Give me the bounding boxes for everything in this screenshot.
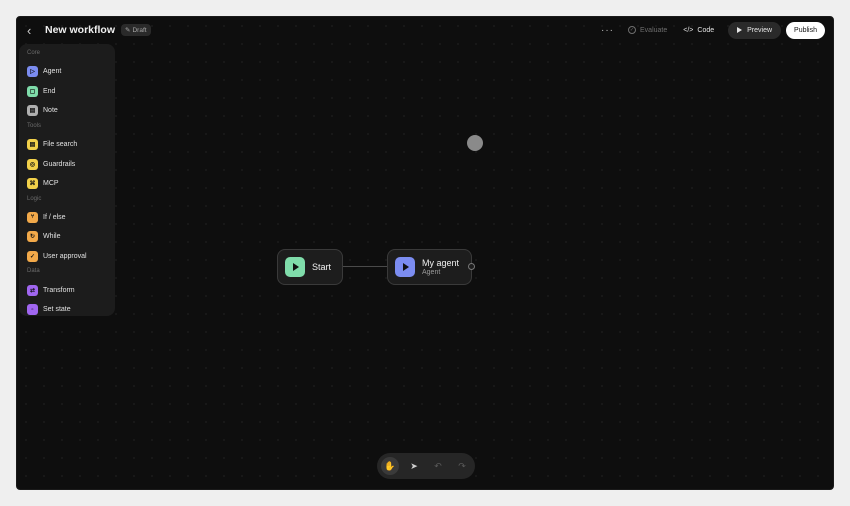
section-title-data: Data (27, 268, 40, 275)
agent-icon (395, 257, 415, 277)
workflow-app: ‹ New workflow ✎ Draft ··· ✓ Evaluate </… (16, 16, 834, 490)
code-label: Code (697, 26, 715, 34)
section-title-logic: Logic (27, 195, 42, 202)
guardrails-icon: ◎ (27, 158, 38, 170)
section-title-core: Core (27, 50, 41, 56)
palette-item-label: Note (43, 107, 58, 115)
palette-item-label: Set state (43, 306, 71, 314)
section-title-tools: Tools (27, 122, 42, 129)
set-state-icon: ▫ (27, 304, 38, 316)
palette-item-label: MCP (43, 180, 59, 188)
node-palette: Core ▷ Agent ▢ End ▤ Note Tools ▤ File search ◎ Gua… (19, 44, 115, 316)
palette-item-label: While (43, 233, 61, 241)
palette-item-note[interactable]: ▤ Note (25, 101, 109, 121)
end-icon: ▢ (27, 85, 38, 97)
start-node[interactable]: Start (277, 249, 343, 285)
check-circle-icon: ✓ (628, 26, 637, 34)
agent-node-title: My agent (422, 258, 460, 268)
output-handle[interactable] (468, 263, 475, 270)
play-icon (737, 27, 743, 33)
palette-item-set-state[interactable]: ▫ Set state (25, 300, 109, 320)
palette-item-if-else[interactable]: ⑂ If / else (25, 208, 109, 228)
user-approval-icon: ✓ (27, 251, 38, 263)
top-bar: ‹ New workflow ✎ Draft ··· ✓ Evaluate </… (17, 17, 833, 43)
palette-item-while[interactable]: ↻ While (25, 227, 109, 247)
while-icon: ↻ (27, 231, 38, 243)
file-search-icon: ▤ (27, 139, 38, 151)
agent-node-subtitle: Agent (422, 269, 441, 276)
pan-tool-button[interactable]: ✋ (381, 457, 399, 475)
code-button[interactable]: </> Code (683, 27, 714, 34)
palette-item-agent[interactable]: ▷ Agent (25, 62, 109, 82)
mcp-icon: ⌘ (27, 178, 38, 190)
code-icon: </> (683, 26, 694, 34)
palette-item-file-search[interactable]: ▤ File search (25, 135, 109, 155)
palette-item-user-approval[interactable]: ✓ User approval (25, 247, 109, 267)
redo-button[interactable]: ↷ (453, 457, 471, 475)
palette-item-guardrails[interactable]: ◎ Guardrails (25, 154, 109, 174)
if-else-icon: ⑂ (27, 211, 38, 223)
evaluate-button[interactable]: ✓ Evaluate (628, 26, 667, 34)
undo-button[interactable]: ↶ (429, 457, 447, 475)
start-node-title: Start (312, 262, 332, 272)
cursor-indicator (467, 135, 483, 151)
agent-icon: ▷ (27, 66, 38, 78)
preview-label: Preview (747, 26, 773, 34)
canvas-toolbar: ✋ ➤ ↶ ↷ (377, 453, 475, 479)
palette-item-mcp[interactable]: ⌘ MCP (25, 174, 109, 194)
play-icon (285, 257, 305, 277)
palette-item-end[interactable]: ▢ End (25, 82, 109, 102)
select-tool-button[interactable]: ➤ (405, 457, 423, 475)
palette-item-label: Transform (43, 286, 75, 294)
palette-item-label: Guardrails (43, 160, 76, 168)
palette-item-label: File search (43, 141, 78, 149)
workflow-title[interactable]: New workflow (45, 24, 115, 36)
back-arrow-icon[interactable]: ‹ (27, 23, 41, 38)
palette-item-label: User approval (43, 253, 87, 261)
more-options-button[interactable]: ··· (601, 25, 614, 36)
evaluate-label: Evaluate (640, 26, 668, 34)
status-badge: ✎ Draft (121, 24, 151, 36)
publish-button[interactable]: Publish (786, 21, 825, 39)
status-badge-label: Draft (132, 26, 147, 34)
note-icon: ▤ (27, 105, 38, 117)
connection-edge[interactable] (343, 266, 387, 267)
palette-item-label: End (43, 87, 56, 95)
preview-button[interactable]: Preview (728, 21, 782, 39)
palette-item-label: If / else (43, 213, 66, 221)
transform-icon: ⇄ (27, 284, 38, 296)
palette-item-transform[interactable]: ⇄ Transform (25, 280, 109, 300)
agent-node[interactable]: My agent Agent (387, 249, 472, 285)
palette-item-label: Agent (43, 68, 62, 76)
edit-icon: ✎ (125, 27, 131, 34)
